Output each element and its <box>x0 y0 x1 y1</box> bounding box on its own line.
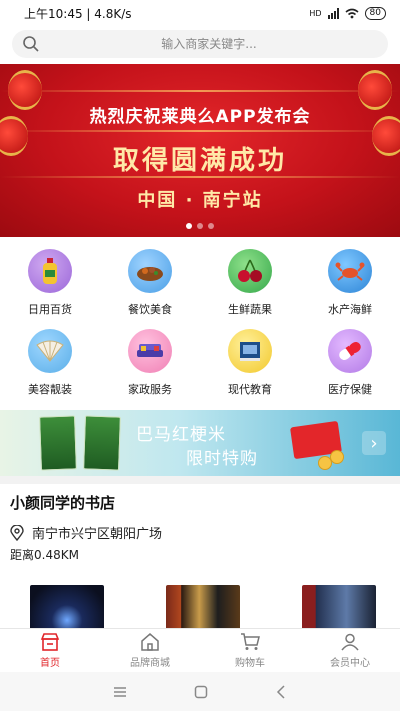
coin-icon <box>330 450 344 464</box>
category-item-fresh-produce[interactable]: 生鲜蔬果 <box>200 243 300 323</box>
search-icon <box>23 36 39 52</box>
tab-cart[interactable]: 购物车 <box>200 629 300 672</box>
chevron-right-icon[interactable]: › <box>362 431 386 455</box>
back-icon[interactable] <box>275 684 287 699</box>
promo-subtitle: 限时特购 <box>186 449 258 469</box>
category-label: 美容靓装 <box>28 383 72 396</box>
status-time: 上午10:45 | 4.8K/s <box>24 6 132 21</box>
food-dish-icon <box>128 249 172 293</box>
carousel-dot[interactable] <box>197 223 203 229</box>
carousel-dot[interactable] <box>186 223 192 229</box>
banner-location: 中国 · 南宁站 <box>137 190 263 211</box>
search-input[interactable] <box>40 37 378 51</box>
store-distance: 距离0.48KM <box>10 548 79 562</box>
location-pin-icon <box>10 524 24 541</box>
store-home-icon <box>40 632 60 651</box>
rice-bag-image <box>83 415 121 471</box>
category-label: 水产海鲜 <box>328 303 372 316</box>
category-label: 家政服务 <box>128 383 172 396</box>
menu-icon[interactable] <box>113 686 127 698</box>
home-square-icon[interactable] <box>194 685 208 699</box>
tab-home[interactable]: 首页 <box>0 629 100 672</box>
banner-headline: 热烈庆祝莱典么APP发布会 <box>89 107 311 127</box>
status-bar: 上午10:45 | 4.8K/s HD 80 <box>0 0 400 26</box>
category-label: 日用百货 <box>28 303 72 316</box>
category-label: 生鲜蔬果 <box>228 303 272 316</box>
rice-bag-image <box>39 415 77 471</box>
category-item-beauty[interactable]: 美容靓装 <box>0 323 100 403</box>
cart-icon <box>241 632 260 650</box>
wifi-icon <box>345 8 359 18</box>
store-address: 南宁市兴宁区朝阳广场 <box>32 527 163 542</box>
tab-brand-mall[interactable]: 品牌商城 <box>100 629 200 672</box>
category-label: 餐饮美食 <box>128 303 172 316</box>
tab-label: 品牌商城 <box>130 657 170 669</box>
store-name: 小颜同学的书店 <box>10 494 116 512</box>
signal-icon <box>327 7 339 19</box>
tab-label: 购物车 <box>235 657 265 669</box>
search-area <box>0 26 400 62</box>
battery-indicator: 80 <box>364 6 386 20</box>
house-icon <box>141 632 159 651</box>
tab-member-center[interactable]: 会员中心 <box>300 629 400 672</box>
category-item-daily-goods[interactable]: 日用百货 <box>0 243 100 323</box>
book-icon <box>228 329 272 373</box>
status-icons: HD 80 <box>309 6 386 20</box>
carousel-dots <box>0 223 400 229</box>
category-grid: 日用百货 餐饮美食 生鲜蔬果 水产海鲜 美容靓装 家政服务 现代教育 医疗保健 <box>0 237 400 403</box>
fan-icon <box>28 329 72 373</box>
network-label: HD <box>309 8 322 18</box>
category-item-education[interactable]: 现代教育 <box>200 323 300 403</box>
bottom-tab-bar: 首页 品牌商城 购物车 会员中心 <box>0 628 400 672</box>
system-navigation-bar <box>0 672 400 711</box>
category-item-seafood[interactable]: 水产海鲜 <box>300 243 400 323</box>
pill-icon <box>328 329 372 373</box>
app-screen: 上午10:45 | 4.8K/s HD 80 热烈庆祝莱典么APP发布会 取得圆… <box>0 0 400 711</box>
promo-banner[interactable]: 热烈庆祝莱典么APP发布会 取得圆满成功 中国 · 南宁站 <box>0 64 400 237</box>
oil-bottle-icon <box>28 249 72 293</box>
carousel-dot[interactable] <box>208 223 214 229</box>
coin-icon <box>318 456 332 470</box>
banner-title: 取得圆满成功 <box>112 146 287 176</box>
search-box[interactable] <box>12 30 388 58</box>
category-label: 医疗保健 <box>328 383 372 396</box>
category-item-housekeeping[interactable]: 家政服务 <box>100 323 200 403</box>
store-card[interactable]: 小颜同学的书店 南宁市兴宁区朝阳广场 距离0.48KM <box>0 484 400 649</box>
crab-icon <box>328 249 372 293</box>
tab-label: 首页 <box>40 657 60 669</box>
store-address-row: 南宁市兴宁区朝阳广场 <box>10 523 390 542</box>
rice-promo-banner[interactable]: 巴马红梗米 限时特购 › <box>0 410 400 476</box>
user-icon <box>341 633 359 650</box>
category-item-healthcare[interactable]: 医疗保健 <box>300 323 400 403</box>
category-item-food[interactable]: 餐饮美食 <box>100 243 200 323</box>
tab-label: 会员中心 <box>330 657 370 669</box>
cherry-icon <box>228 249 272 293</box>
category-label: 现代教育 <box>228 383 272 396</box>
sofa-icon <box>128 329 172 373</box>
promo-title: 巴马红梗米 <box>136 425 226 445</box>
